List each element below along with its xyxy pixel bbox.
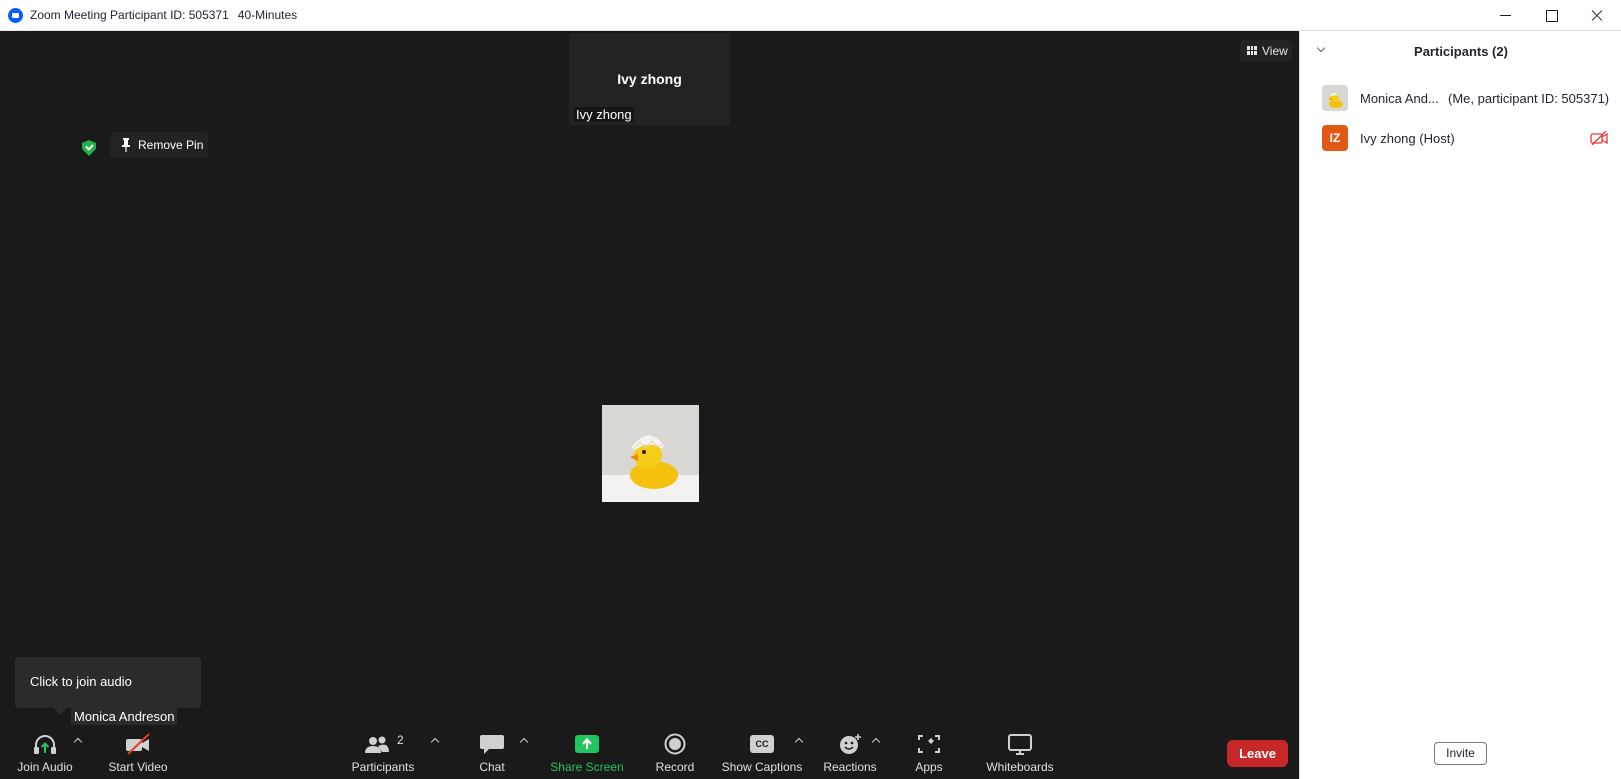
join-audio-button[interactable]: Join Audio (10, 731, 80, 776)
participant-tag: (Me, participant ID: 505371) (1448, 91, 1610, 106)
participants-panel: Participants (2) Monica And... (Me, part… (1299, 31, 1621, 779)
chat-button[interactable]: Chat (462, 731, 522, 776)
reactions-icon (840, 734, 861, 754)
pin-icon (122, 138, 130, 152)
apps-icon (918, 735, 940, 753)
time-limit: 40-Minutes (237, 8, 298, 22)
remove-pin-button[interactable]: Remove Pin (110, 132, 208, 158)
thumbnail-name-label: Ivy zhong (574, 107, 634, 122)
meeting-title: Zoom Meeting Participant ID: 505371 (30, 8, 229, 22)
title-bar: Zoom Meeting Participant ID: 505371 40-Mi… (0, 0, 1621, 31)
leave-button[interactable]: Leave (1227, 740, 1288, 767)
apps-button[interactable]: Apps (904, 731, 954, 776)
invite-button[interactable]: Invite (1434, 742, 1487, 765)
participant-name: Ivy zhong (Host) (1360, 131, 1455, 146)
apps-label: Apps (915, 760, 943, 774)
encryption-shield-icon[interactable] (82, 140, 96, 156)
view-label: View (1262, 44, 1288, 58)
captions-options-caret[interactable] (793, 736, 805, 746)
participants-button[interactable]: 2 Participants (347, 731, 419, 776)
maximize-button[interactable] (1528, 0, 1574, 31)
chat-icon (480, 735, 504, 754)
join-audio-tooltip: Click to join audio (15, 657, 201, 715)
participants-count-badge: 2 (397, 733, 404, 747)
participant-name: Monica And... (1360, 91, 1439, 106)
participant-avatar-initials: IZ (1322, 125, 1348, 151)
self-name-label: Monica Andreson (71, 708, 178, 725)
duck-icon (602, 405, 699, 502)
participants-icon (365, 736, 389, 753)
show-captions-label: Show Captions (721, 760, 803, 774)
whiteboard-icon (1008, 734, 1032, 755)
share-screen-label: Share Screen (550, 760, 624, 774)
video-thumbnail-tile[interactable]: Ivy zhong Ivy zhong (569, 33, 730, 125)
start-video-button[interactable]: Start Video (102, 731, 174, 776)
view-button[interactable]: View (1240, 40, 1292, 62)
participant-row[interactable]: Monica And... (Me, participant ID: 50537… (1300, 81, 1621, 115)
minimize-button[interactable] (1482, 0, 1528, 31)
grid-view-icon (1247, 46, 1257, 55)
chat-options-caret[interactable] (518, 736, 530, 746)
duck-icon (1322, 85, 1348, 111)
whiteboards-label: Whiteboards (986, 760, 1054, 774)
headphones-icon (34, 735, 56, 754)
start-video-label: Start Video (108, 760, 168, 774)
record-label: Record (655, 760, 695, 774)
tooltip-text: Click to join audio (30, 674, 132, 689)
whiteboards-button[interactable]: Whiteboards (977, 731, 1063, 776)
share-screen-icon (575, 735, 599, 753)
join-audio-label: Join Audio (17, 760, 73, 774)
captions-icon: CC (750, 735, 774, 753)
chat-label: Chat (479, 760, 505, 774)
close-button[interactable] (1574, 0, 1620, 31)
audio-options-caret[interactable] (72, 736, 84, 746)
profile-picture-duck (602, 405, 699, 502)
panel-title: Participants (2) (1414, 44, 1508, 59)
tooltip-arrow (53, 708, 67, 715)
record-button[interactable]: Record (645, 731, 705, 776)
remove-pin-label: Remove Pin (138, 138, 204, 152)
meeting-stage: Ivy zhong Ivy zhong View Remove Pin Clic… (0, 31, 1299, 779)
record-icon (664, 733, 686, 755)
participants-options-caret[interactable] (429, 736, 441, 746)
share-screen-button[interactable]: Share Screen (545, 731, 629, 776)
video-off-icon (1590, 131, 1608, 145)
reactions-label: Reactions (823, 760, 877, 774)
participants-label: Participants (351, 760, 415, 774)
reactions-options-caret[interactable] (870, 736, 882, 746)
participant-row[interactable]: IZ Ivy zhong (Host) (1300, 121, 1621, 155)
video-off-icon (126, 733, 150, 755)
thumbnail-display-name: Ivy zhong (617, 71, 682, 87)
participant-avatar (1322, 85, 1348, 111)
zoom-logo-icon (8, 8, 23, 23)
window-title: Zoom Meeting Participant ID: 505371 40-Mi… (30, 8, 297, 22)
